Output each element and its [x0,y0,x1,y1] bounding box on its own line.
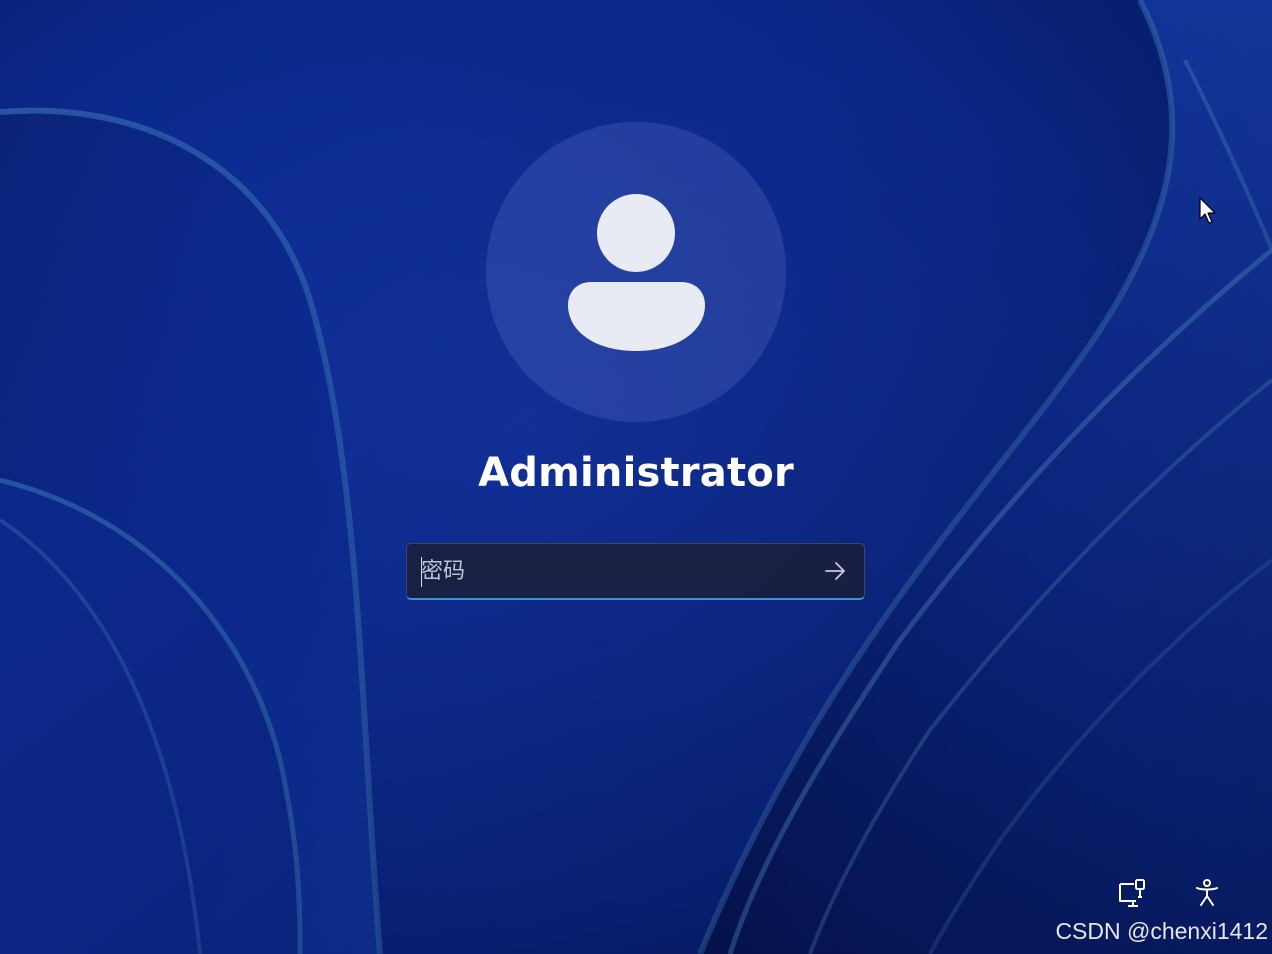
watermark-text: CSDN @chenxi1412 [1055,918,1268,944]
mouse-cursor-icon [1199,197,1216,224]
arrow-right-icon [825,562,845,580]
user-avatar [486,122,786,422]
network-button[interactable] [1114,875,1150,911]
network-icon [1119,879,1145,907]
lock-screen: Administrator CSDN @chenxi1412 [0,0,1272,954]
submit-button[interactable] [817,554,853,588]
user-name: Administrator [478,450,794,496]
password-box[interactable] [406,543,865,600]
person-icon [568,194,705,351]
accessibility-icon [1196,879,1218,906]
accessibility-button[interactable] [1189,875,1225,911]
password-input[interactable] [421,550,811,592]
